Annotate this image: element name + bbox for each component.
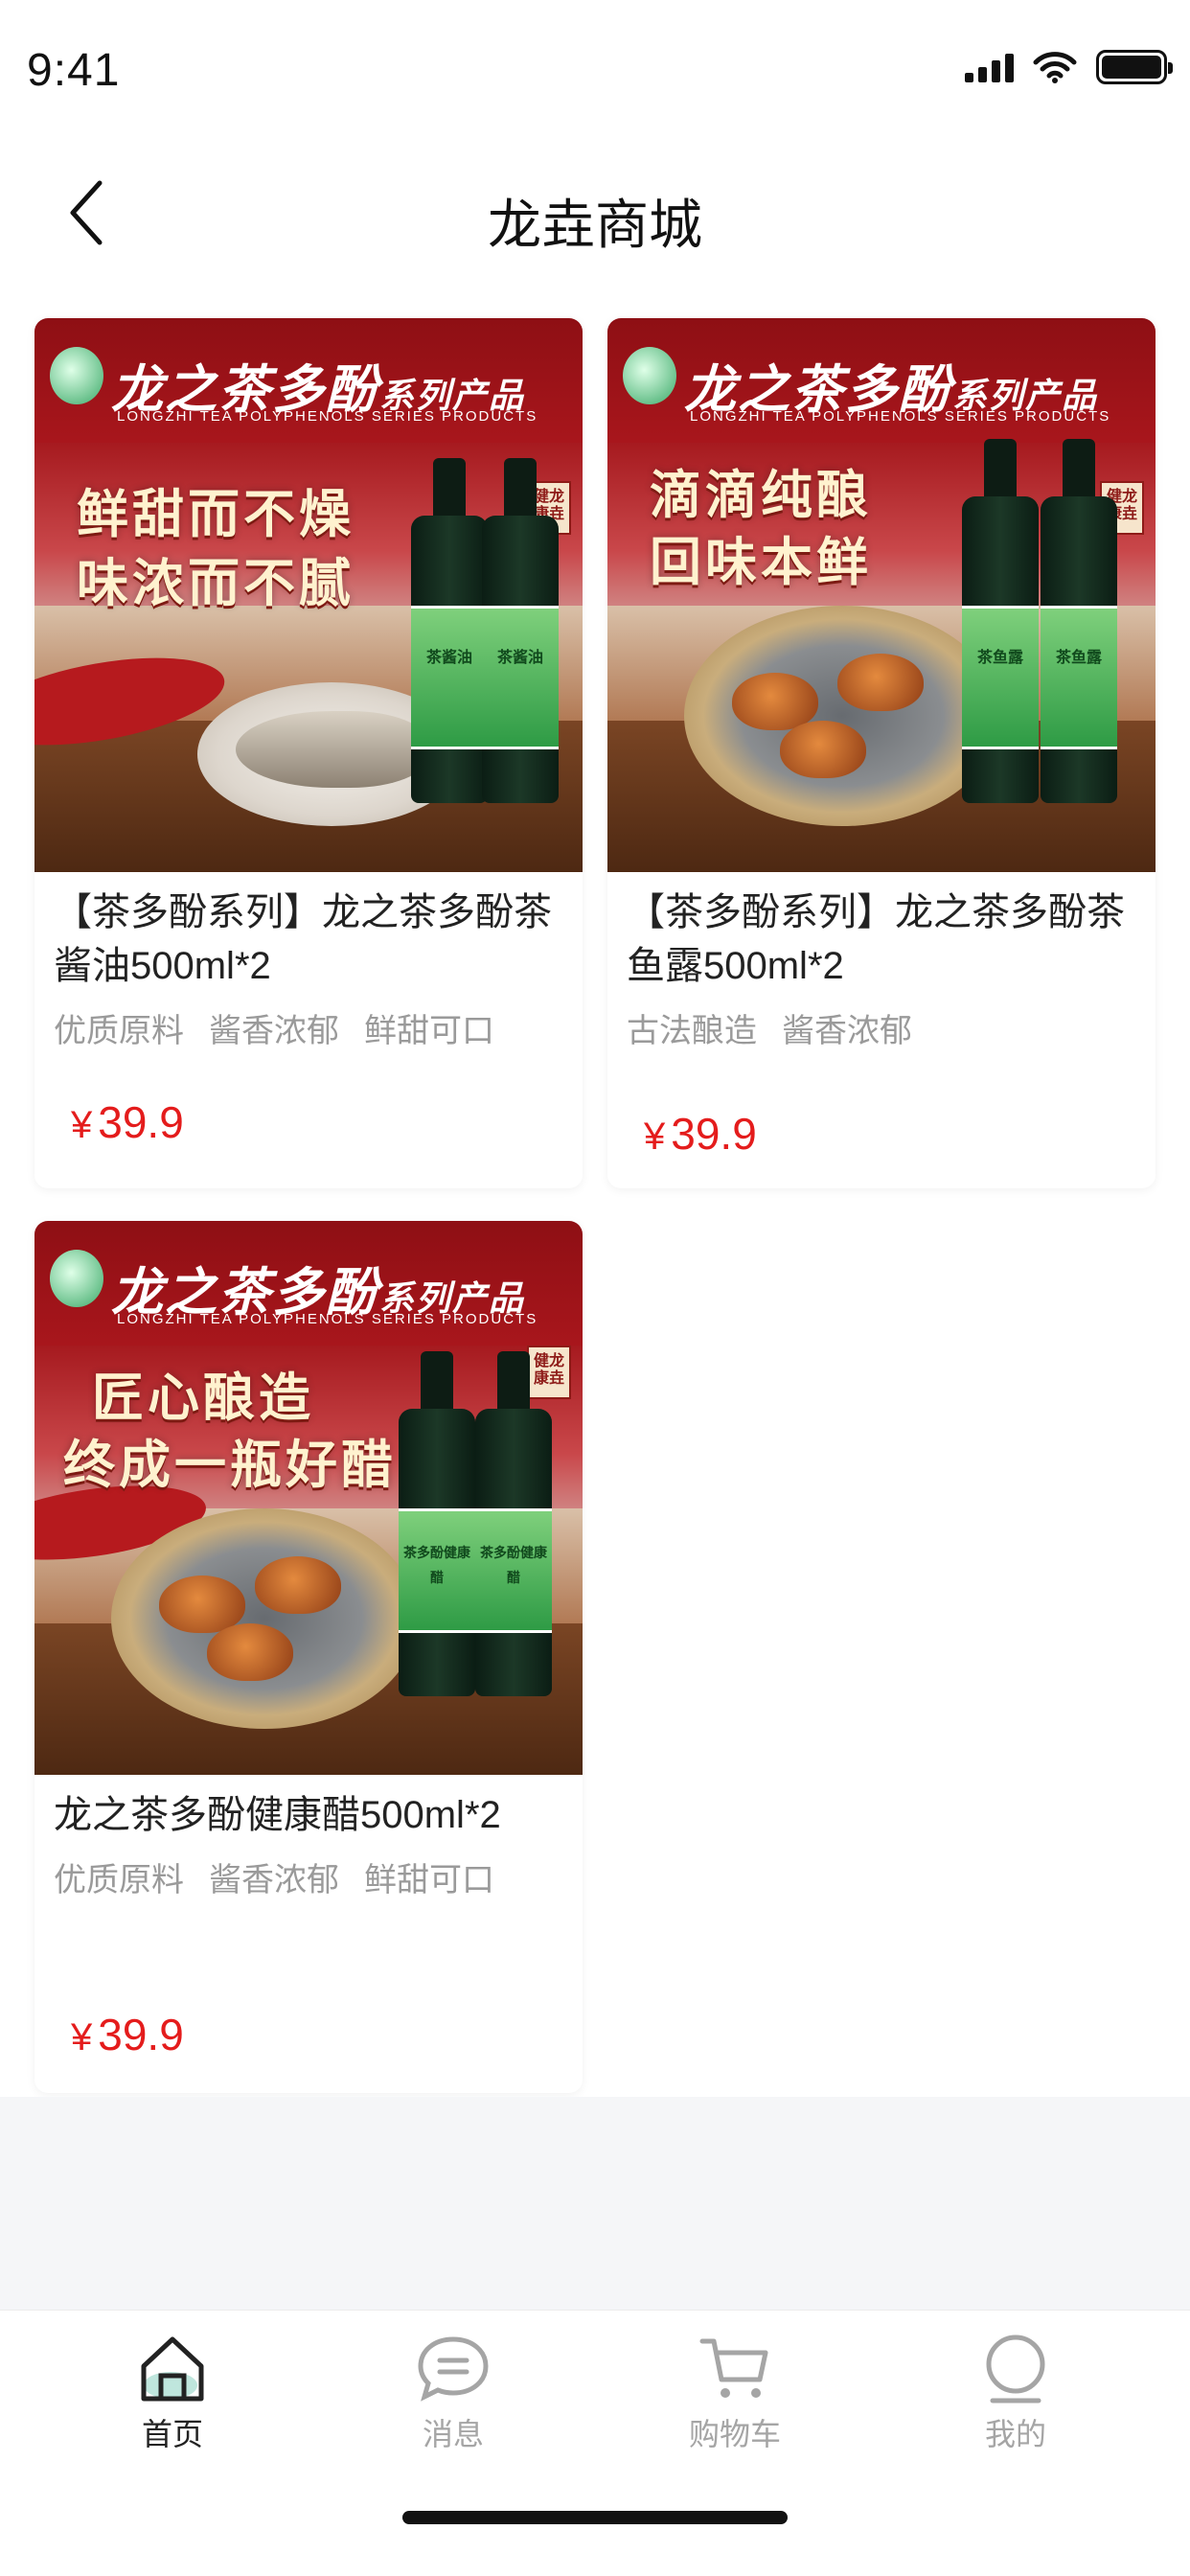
slogan-line-1: 鲜甜而不燥 [77,483,355,544]
message-icon [415,2330,492,2406]
product-price: ¥39.9 [71,1097,184,1147]
product-card[interactable]: 龙之茶多酚系列产品 LONGZHI TEA POLYPHENOLS SERIES… [34,318,583,1188]
battery-icon [1096,50,1173,84]
crab-icon [837,654,924,711]
crab-icon [255,1556,341,1614]
slogan-line-1: 匠心酿造 [92,1367,314,1428]
status-icons [965,50,1173,84]
product-tag: 酱香浓郁 [209,1862,339,1898]
wifi-icon [1033,52,1077,83]
basket-icon [684,606,1000,826]
product-card[interactable]: 龙之茶多酚系列产品 LONGZHI TEA POLYPHENOLS SERIES… [607,318,1156,1188]
tab-bar: 首页 消息 购物车 我的 [0,2310,1190,2576]
page-title: 龙垚商城 [488,195,702,255]
empty-background [0,2097,1190,2310]
slogan-line-2: 味浓而不腻 [77,552,355,613]
tab-label: 消息 [422,2417,484,2451]
cart-icon [697,2330,773,2406]
bottle-label: 茶酱油 [482,606,559,749]
cellular-signal-icon [965,52,1014,82]
crab-icon [732,673,818,730]
bottle-label: 茶多酚健康醋 [475,1508,552,1633]
product-tags: 优质原料 酱香浓郁 鲜甜可口 [54,1853,563,1900]
crab-icon [159,1576,245,1633]
product-image: 龙之茶多酚系列产品 LONGZHI TEA POLYPHENOLS SERIES… [607,318,1156,872]
dragon-logo-icon [50,1250,103,1307]
product-tag: 古法酿造 [627,1013,757,1049]
product-tag: 优质原料 [54,1013,184,1049]
product-tag: 酱香浓郁 [209,1013,339,1049]
product-title: 【茶多酚系列】龙之茶多酚茶酱油500ml*2 [54,891,552,987]
fish-icon [236,711,427,788]
tab-profile[interactable]: 我的 [920,2330,1111,2454]
bottle-label: 茶鱼露 [1041,606,1117,749]
tab-cart[interactable]: 购物车 [639,2330,831,2454]
product-image: 龙之茶多酚系列产品 LONGZHI TEA POLYPHENOLS SERIES… [34,1221,583,1775]
home-indicator[interactable] [402,2511,788,2524]
brand-subtitle: LONGZHI TEA POLYPHENOLS SERIES PRODUCTS [690,408,1111,425]
slogan-line-2: 终成一瓶好醋 [63,1434,397,1495]
profile-icon [977,2330,1054,2406]
product-price: ¥39.9 [71,2010,184,2059]
tab-messages[interactable]: 消息 [357,2330,549,2454]
dragon-logo-icon [50,347,103,404]
tab-label: 首页 [141,2417,203,2451]
product-tag: 鲜甜可口 [364,1013,494,1049]
product-tag: 优质原料 [54,1862,184,1898]
dragon-logo-icon [623,347,676,404]
basket-icon [111,1508,418,1729]
product-price: ¥39.9 [644,1109,757,1159]
tab-home[interactable]: 首页 [77,2330,268,2454]
brand-subtitle: LONGZHI TEA POLYPHENOLS SERIES PRODUCTS [117,1311,538,1327]
status-time: 9:41 [27,45,121,96]
slogan-line-2: 回味本鲜 [650,531,872,592]
product-card[interactable]: 龙之茶多酚系列产品 LONGZHI TEA POLYPHENOLS SERIES… [34,1221,583,2093]
product-tags: 优质原料 酱香浓郁 鲜甜可口 [54,1004,563,1051]
slogan-line-1: 滴滴纯酿 [650,464,872,525]
bottle-label: 茶酱油 [411,606,488,749]
product-title: 龙之茶多酚健康醋500ml*2 [54,1794,501,1836]
product-image: 龙之茶多酚系列产品 LONGZHI TEA POLYPHENOLS SERIES… [34,318,583,872]
product-tags: 古法酿造 酱香浓郁 [627,1004,1136,1051]
seal-icon: 健龙 康垚 [527,1346,571,1399]
status-bar: 9:41 [0,0,1190,134]
product-tag: 酱香浓郁 [782,1013,912,1049]
tab-label: 我的 [984,2417,1046,2451]
brand-subtitle: LONGZHI TEA POLYPHENOLS SERIES PRODUCTS [117,408,538,425]
home-icon [134,2330,211,2406]
tab-label: 购物车 [688,2417,781,2451]
bottle-label: 茶鱼露 [962,606,1039,749]
crab-icon [780,721,866,778]
crab-icon [207,1623,293,1681]
product-title: 【茶多酚系列】龙之茶多酚茶鱼露500ml*2 [627,891,1125,987]
product-grid: 龙之茶多酚系列产品 LONGZHI TEA POLYPHENOLS SERIES… [0,288,1190,2097]
product-tag: 鲜甜可口 [364,1862,494,1898]
nav-bar: 龙垚商城 [0,153,1190,272]
bottle-label: 茶多酚健康醋 [399,1508,475,1633]
